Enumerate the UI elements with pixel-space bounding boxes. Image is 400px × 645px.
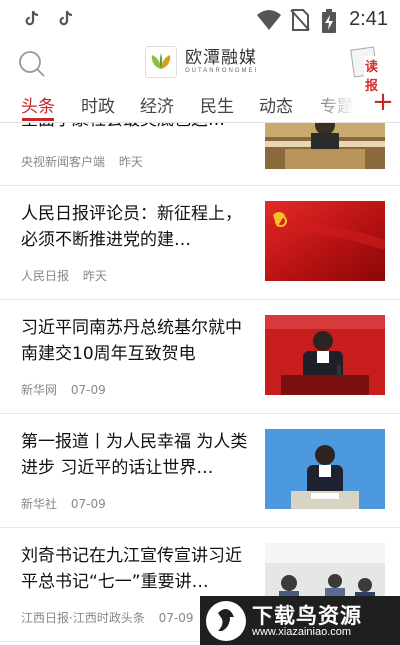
bird-logo-icon bbox=[206, 601, 246, 641]
news-source: 新华网 bbox=[21, 383, 58, 397]
status-bar: 2:41 bbox=[0, 0, 400, 40]
news-meta: 新华社 07-09 bbox=[21, 495, 106, 512]
news-meta: 新华网 07-09 bbox=[21, 381, 106, 398]
news-meta: 人民日报 昨天 bbox=[21, 267, 107, 284]
news-thumbnail bbox=[265, 315, 385, 395]
app-name-en: OUTANRONGMEI bbox=[185, 67, 259, 74]
news-source: 江西日报·江西时政头条 bbox=[21, 611, 145, 625]
news-source: 央视新闻客户端 bbox=[21, 155, 106, 169]
news-thumbnail bbox=[265, 429, 385, 509]
tiktok-icon bbox=[59, 10, 73, 26]
news-item[interactable]: 习近平同南苏丹总统基尔就中南建交10周年互致贺电 新华网 07-09 bbox=[0, 299, 400, 414]
news-meta: 央视新闻客户端 昨天 bbox=[21, 153, 143, 170]
news-item[interactable]: 人民日报评论员：新征程上，必须不断推进党的建… 人民日报 昨天 bbox=[0, 185, 400, 300]
news-title: 刘奇书记在九江宣传宣讲习近平总书记“七一”重要讲… bbox=[21, 546, 242, 592]
news-title: 全面小康社会最美底色这… bbox=[21, 123, 249, 133]
app-name-cn: 欧潭融媒 bbox=[185, 47, 257, 68]
news-title: 习近平同南苏丹总统基尔就中南建交10周年互致贺电 bbox=[21, 318, 242, 364]
watermark-banner: 下载鸟资源 www.xiazainiao.com bbox=[200, 596, 400, 645]
news-source: 人民日报 bbox=[21, 269, 70, 283]
tiktok-icon bbox=[25, 10, 39, 26]
search-icon[interactable] bbox=[18, 50, 46, 78]
news-item[interactable]: 全面小康社会最美底色这… 央视新闻客户端 昨天 bbox=[0, 123, 400, 186]
news-thumbnail bbox=[265, 201, 385, 281]
news-item[interactable]: 第一报道丨为人民幸福 为人类进步 习近平的话让世界… 新华社 07-09 bbox=[0, 413, 400, 528]
tab-livelihood[interactable]: 民生 bbox=[200, 92, 234, 117]
read-paper-button[interactable]: 读报 bbox=[350, 46, 390, 94]
news-time: 昨天 bbox=[82, 269, 107, 283]
active-tab-indicator bbox=[22, 118, 54, 121]
app-logo: 欧潭融媒 OUTANRONGMEI bbox=[145, 44, 258, 80]
news-feed: 全面小康社会最美底色这… 央视新闻客户端 昨天 人民日报评论员：新征程上，必须不… bbox=[0, 123, 400, 645]
news-time: 昨天 bbox=[118, 155, 143, 169]
tab-headline[interactable]: 头条 bbox=[21, 92, 55, 117]
logo-mark-icon bbox=[145, 46, 177, 78]
news-thumbnail bbox=[265, 123, 385, 169]
no-sim-icon bbox=[290, 9, 310, 31]
clock: 2:41 bbox=[349, 8, 388, 30]
app-header: 欧潭融媒 OUTANRONGMEI 读报 bbox=[0, 40, 400, 94]
tab-politics[interactable]: 时政 bbox=[81, 92, 115, 117]
add-channel-icon[interactable]: + bbox=[372, 89, 394, 116]
news-time: 07-09 bbox=[158, 611, 194, 625]
news-source: 新华社 bbox=[21, 497, 58, 511]
battery-charging-icon bbox=[322, 9, 336, 33]
news-title: 人民日报评论员：新征程上，必须不断推进党的建… bbox=[21, 204, 242, 250]
tab-news-updates[interactable]: 动态 bbox=[259, 92, 293, 117]
news-time: 07-09 bbox=[70, 497, 106, 511]
channel-tabs: 头条 时政 经济 民生 动态 专题 + bbox=[0, 86, 400, 123]
banner-url: www.xiazainiao.com bbox=[252, 626, 352, 638]
tab-economy[interactable]: 经济 bbox=[140, 92, 174, 117]
tab-fade bbox=[305, 86, 355, 122]
news-title: 第一报道丨为人民幸福 为人类进步 习近平的话让世界… bbox=[21, 432, 248, 478]
news-meta: 江西日报·江西时政头条 07-09 bbox=[21, 609, 194, 626]
wifi-icon bbox=[257, 10, 281, 30]
news-time: 07-09 bbox=[70, 383, 106, 397]
